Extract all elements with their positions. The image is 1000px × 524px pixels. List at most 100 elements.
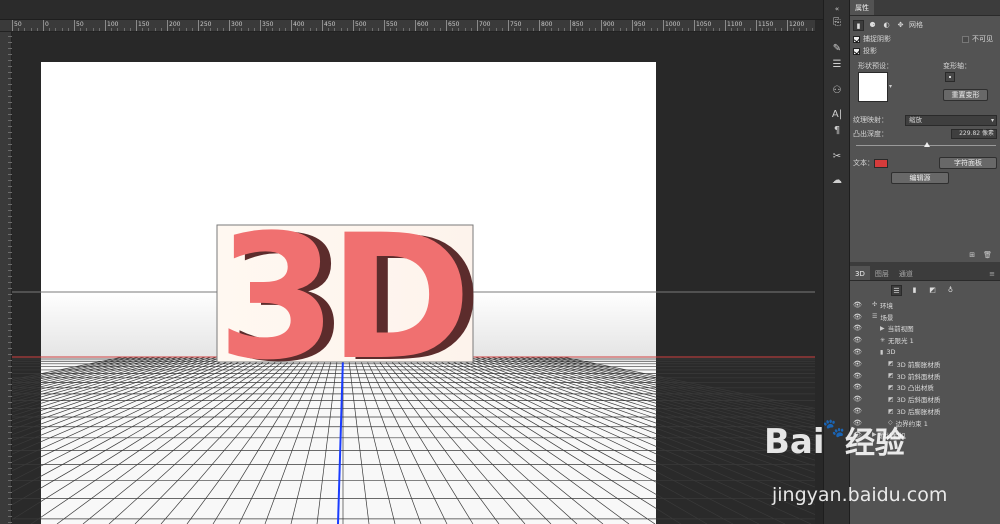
eye-icon[interactable]: 👁	[853, 324, 862, 332]
environment-icon: ✣	[872, 301, 878, 309]
adjustments-icon[interactable]: ☰	[829, 58, 845, 72]
ruler-tick	[12, 20, 13, 31]
new-item-icon[interactable]: ⊞	[969, 251, 975, 259]
edit-source-button[interactable]: 编辑源	[891, 172, 949, 184]
deform-axis-widget[interactable]	[945, 72, 955, 82]
panel-menu-icon[interactable]: ≡	[984, 266, 1000, 280]
eye-icon[interactable]: 👁	[853, 395, 862, 403]
canvas-area[interactable]: 3D 3D	[12, 32, 815, 524]
character-icon[interactable]: A|	[829, 108, 845, 122]
layer-row[interactable]: 👁 ▮ 3D	[850, 346, 1000, 358]
collapse-icon[interactable]: «	[829, 2, 845, 16]
layer-row[interactable]: 👁 ☰ 场景	[850, 311, 1000, 323]
material-filter-icon[interactable]: ◩	[927, 285, 938, 296]
tab-layers[interactable]: 图层	[870, 266, 894, 280]
extrusion-depth-slider-thumb[interactable]	[923, 142, 930, 147]
shape-preset-thumbnail[interactable]	[858, 72, 888, 102]
ruler-label: 600	[417, 21, 429, 28]
light-icon: ✳	[880, 336, 886, 344]
vertical-ruler	[0, 32, 12, 524]
horizontal-ruler: 50 0 50 100 150 200 250 300 350 400 450 500 550 600 65…	[0, 20, 815, 32]
chevron-down-icon[interactable]: ▾	[889, 83, 892, 90]
texture-mapping-select[interactable]: 缩放 ▾	[905, 114, 997, 126]
eye-icon[interactable]: 👁	[853, 372, 862, 380]
eye-icon[interactable]: 👁	[853, 360, 862, 368]
3d-scene[interactable]: 3D 3D	[12, 32, 815, 524]
tab-properties[interactable]: 属性	[850, 0, 874, 15]
layer-row[interactable]: 👁 ✣ 环境	[850, 299, 1000, 311]
eye-icon[interactable]: 👁	[853, 407, 862, 415]
text-color-swatch[interactable]	[874, 158, 888, 168]
cloud-icon[interactable]: ☁	[829, 174, 845, 188]
ruler-tick	[725, 20, 726, 31]
3d-text-face: 3D	[217, 197, 463, 398]
ruler-tick	[632, 20, 633, 31]
ruler-label: 800	[541, 21, 553, 28]
eye-icon[interactable]: 👁	[853, 313, 862, 321]
trash-icon[interactable]: 🗑	[983, 251, 992, 259]
ruler-label: 50	[14, 21, 22, 28]
material-icon: ◩	[888, 395, 894, 403]
catch-shadow-label: 捕捉阴影	[863, 35, 891, 43]
layer-row[interactable]: 👁 ✳ 无限光 1	[850, 334, 1000, 346]
properties-empty-area	[850, 186, 1000, 248]
clone-source-icon[interactable]: ⚇	[829, 84, 845, 98]
scene-icon: ☰	[872, 313, 878, 321]
mesh-filter-icon[interactable]: ▮	[909, 285, 920, 296]
layer-row[interactable]: 👁 ◩ 3D 凸出材质	[850, 382, 1000, 394]
ruler-label: 550	[386, 21, 398, 28]
scene-filter-icon[interactable]: ☰	[891, 284, 902, 296]
material-icon: ◩	[888, 407, 894, 415]
reset-deform-button[interactable]: 重置变形	[943, 89, 988, 101]
tools-icon[interactable]: ✂	[829, 150, 845, 164]
catch-shadow-checkbox[interactable]	[853, 35, 860, 43]
layer-row[interactable]: 👁 ◩ 3D 后斜面材质	[850, 393, 1000, 405]
ruler-tick	[291, 20, 292, 31]
layer-row[interactable]: 👁 ◩ 3D 前斜面材质	[850, 370, 1000, 382]
tab-3d[interactable]: 3D	[850, 266, 870, 280]
paragraph-icon[interactable]: ¶	[829, 124, 845, 138]
light-filter-icon[interactable]: ♁	[945, 285, 956, 296]
ruler-tick	[229, 20, 230, 31]
ruler-label: 750	[510, 21, 522, 28]
ruler-tick	[43, 20, 44, 31]
character-panel-button[interactable]: 字符面板	[939, 157, 997, 169]
shape-preset-label: 形状预设：	[858, 62, 893, 70]
deform-axis-label: 变形轴：	[943, 62, 971, 70]
ruler-tick	[539, 20, 540, 31]
layer-label: 3D 前膨胀材质	[896, 360, 941, 369]
layer-label: 3D 后斜面材质	[896, 396, 941, 405]
mesh-icon[interactable]: ▮	[853, 19, 864, 31]
ruler-label: 0	[45, 21, 49, 28]
ruler-tick	[105, 20, 106, 31]
cast-shadow-checkbox[interactable]	[853, 47, 860, 55]
eye-icon[interactable]: 👁	[853, 348, 862, 356]
ruler-label: 250	[200, 21, 212, 28]
eye-icon[interactable]: 👁	[853, 301, 862, 309]
tab-channels[interactable]: 通道	[894, 266, 918, 280]
eye-icon[interactable]: 👁	[853, 383, 862, 391]
layer-label: 3D 凸出材质	[896, 384, 934, 393]
layer-label: 当前视图	[887, 325, 914, 334]
layer-label: 场景	[880, 313, 894, 322]
eye-icon[interactable]: 👁	[853, 336, 862, 344]
extrusion-depth-input[interactable]: 229.82 像素	[951, 128, 997, 139]
history-icon[interactable]: ⎘	[829, 16, 845, 30]
layer-row[interactable]: 👁 ◩ 3D 后膨胀材质	[850, 405, 1000, 417]
ruler-tick	[74, 20, 75, 31]
texture-mapping-label: 纹理映射：	[853, 116, 888, 124]
text-label: 文本：	[853, 159, 874, 167]
ruler-label: 400	[293, 21, 305, 28]
extrusion-depth-label: 凸出深度：	[853, 129, 888, 138]
layer-row[interactable]: 👁 ▶ 当前视图	[850, 323, 1000, 335]
coordinates-icon[interactable]: ✥	[895, 20, 906, 31]
invisible-checkbox[interactable]	[962, 35, 969, 43]
brush-icon[interactable]: ✎	[829, 42, 845, 56]
deform-icon[interactable]: ⚈	[867, 20, 878, 31]
layer-label: 3D	[886, 348, 896, 357]
camera-icon: ▶	[880, 324, 885, 332]
right-panel: 属性 ▮ ⚈ ◐ ✥ 网格 捕捉阴影 不可见 投影 形状预设： ▾ 变形轴： 重…	[764, 0, 1000, 524]
cap-icon[interactable]: ◐	[881, 20, 892, 31]
layer-row[interactable]: 👁 ◩ 3D 前膨胀材质	[850, 358, 1000, 370]
mesh-icon: ▮	[880, 348, 884, 356]
